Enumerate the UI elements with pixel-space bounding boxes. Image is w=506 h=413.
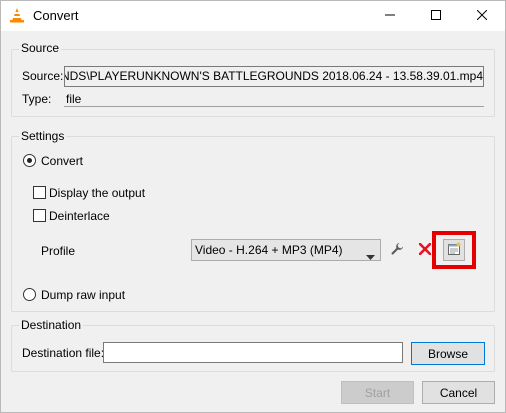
cancel-button[interactable]: Cancel: [422, 381, 495, 404]
type-label: Type:: [22, 92, 52, 106]
display-output-label[interactable]: Display the output: [49, 186, 145, 200]
destination-group-title: Destination: [19, 318, 84, 332]
convert-dialog: Convert Source Source: TTLEGROUNDS\PLAYE…: [0, 0, 506, 413]
edit-profile-button[interactable]: [387, 240, 407, 260]
settings-group: [11, 136, 495, 312]
profile-selected-value: Video - H.264 + MP3 (MP4): [195, 243, 343, 257]
source-group-title: Source: [19, 41, 62, 55]
source-path-value: TTLEGROUNDS\PLAYERUNKNOWN'S BATTLEGROUND…: [65, 69, 483, 83]
profile-dropdown[interactable]: Video - H.264 + MP3 (MP4): [191, 239, 381, 261]
wrench-icon: [390, 242, 404, 259]
start-button[interactable]: Start: [341, 381, 414, 404]
minimize-button[interactable]: [367, 1, 413, 31]
profile-label: Profile: [41, 244, 76, 258]
deinterlace-label[interactable]: Deinterlace: [49, 209, 110, 223]
maximize-button[interactable]: [413, 1, 459, 31]
close-icon: [476, 9, 488, 23]
source-divider: [64, 106, 484, 107]
settings-group-title: Settings: [19, 129, 67, 143]
destination-file-input[interactable]: [103, 342, 403, 363]
source-path-field[interactable]: TTLEGROUNDS\PLAYERUNKNOWN'S BATTLEGROUND…: [64, 66, 484, 87]
new-profile-button[interactable]: [443, 239, 465, 261]
title-bar[interactable]: Convert: [1, 1, 505, 31]
browse-button[interactable]: Browse: [411, 342, 485, 365]
maximize-icon: [431, 9, 441, 23]
source-label: Source:: [22, 69, 64, 83]
chevron-down-icon: [366, 247, 375, 267]
dump-raw-radio[interactable]: [23, 288, 36, 301]
window-title: Convert: [33, 8, 79, 23]
close-button[interactable]: [459, 1, 505, 31]
new-profile-icon: [447, 242, 461, 259]
type-value: file: [66, 92, 82, 106]
convert-label[interactable]: Convert: [41, 154, 83, 168]
dump-raw-label[interactable]: Dump raw input: [41, 288, 125, 302]
deinterlace-checkbox[interactable]: [33, 209, 46, 222]
vlc-cone-icon: [9, 7, 25, 23]
destination-file-label: Destination file:: [22, 346, 105, 360]
red-x-icon: [418, 242, 432, 258]
minimize-icon: [385, 9, 395, 23]
convert-radio[interactable]: [23, 154, 36, 167]
display-output-checkbox[interactable]: [33, 186, 46, 199]
